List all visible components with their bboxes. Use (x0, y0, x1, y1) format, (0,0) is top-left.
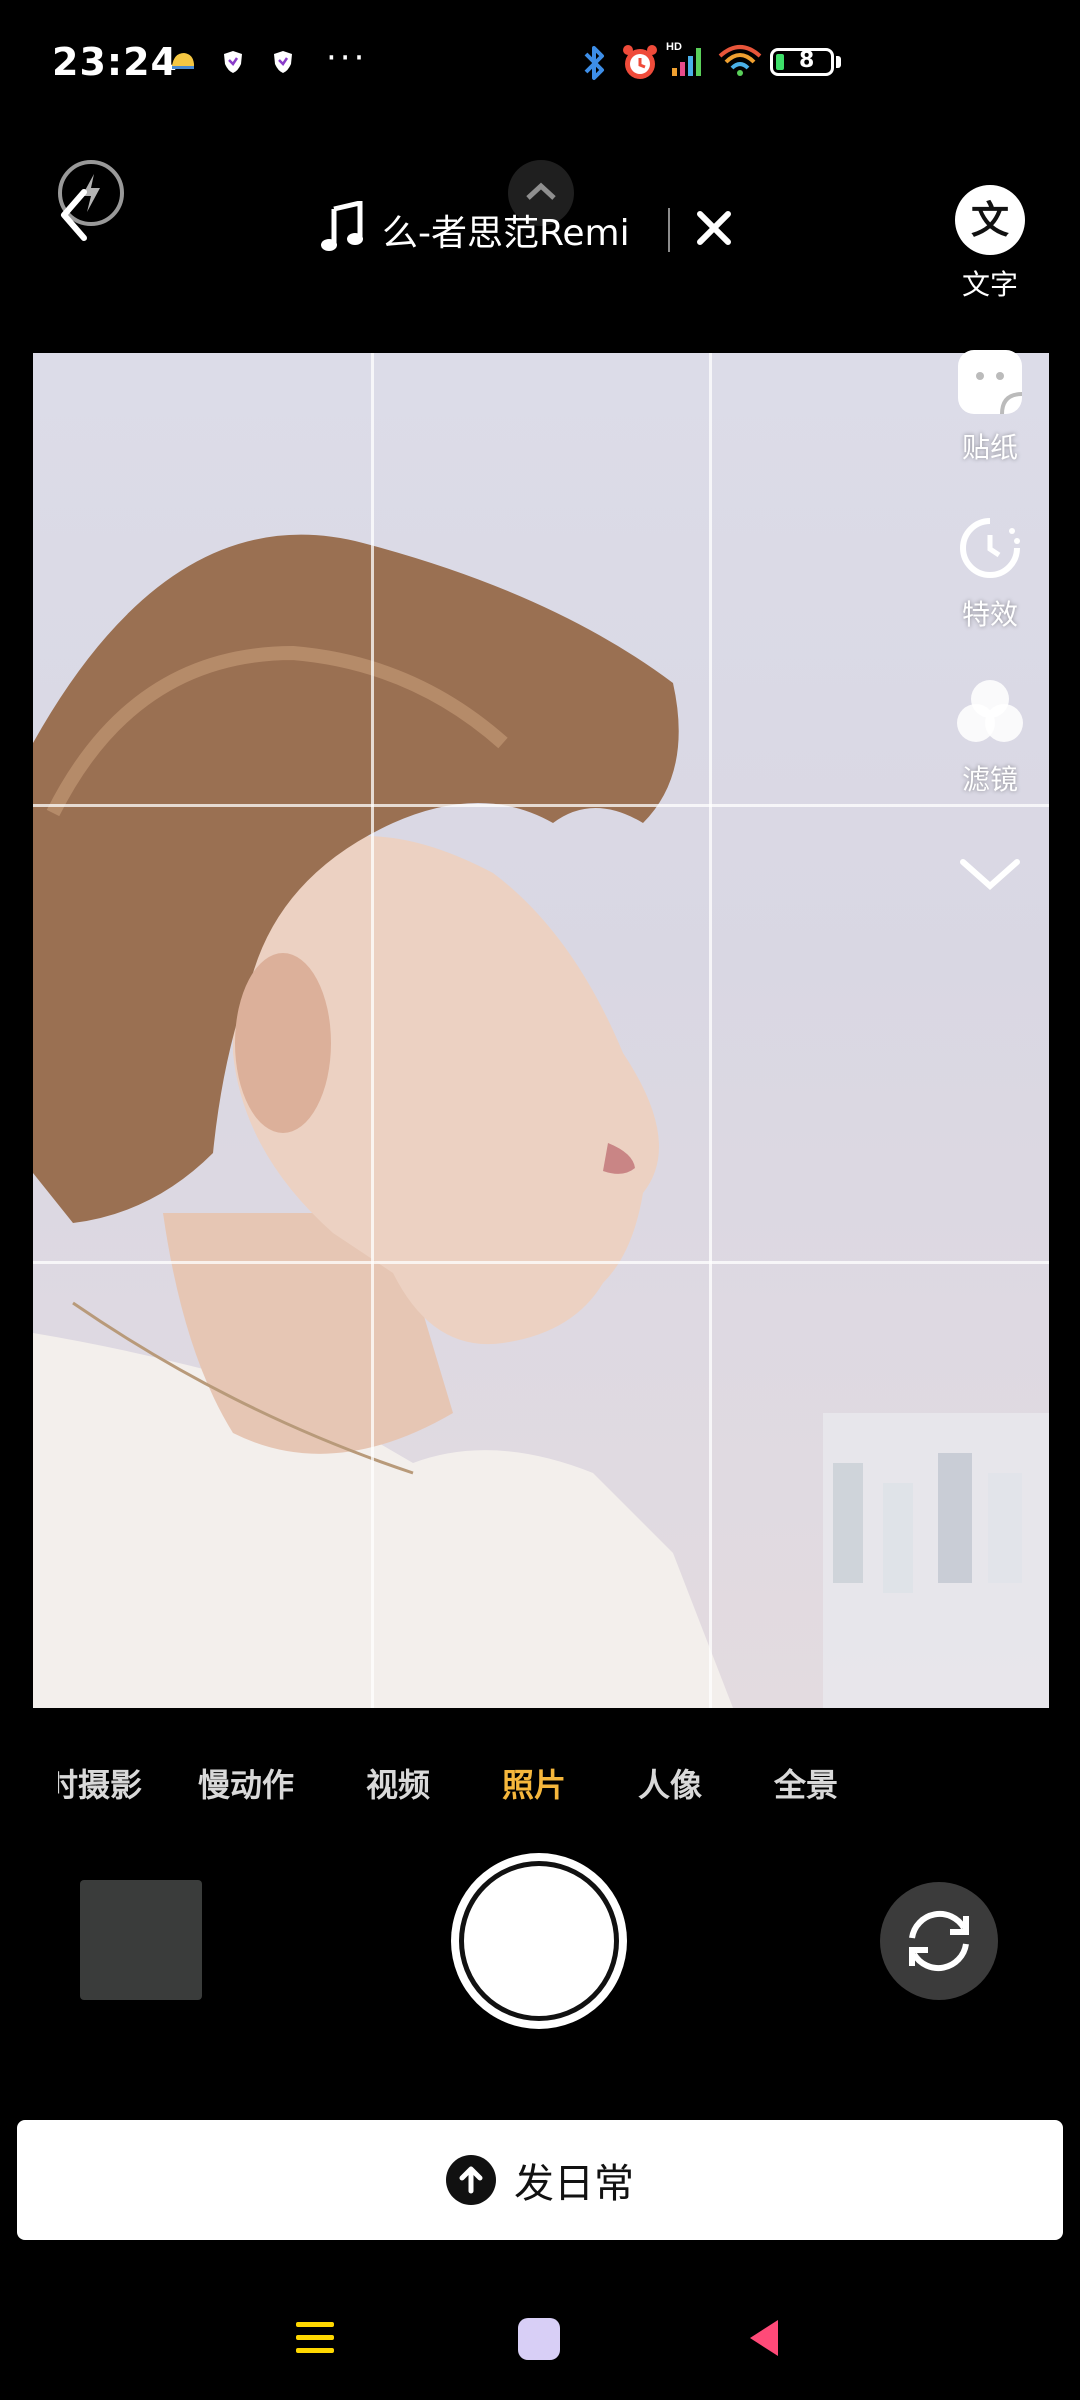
text-tool-button[interactable]: 文 文字 (930, 185, 1050, 303)
alarm-icon (620, 42, 660, 86)
post-daily-label: 发日常 (514, 2161, 634, 2207)
music-title: 么-者思范Remi (382, 213, 630, 254)
shield-icon (272, 50, 294, 80)
gallery-thumbnail[interactable] (80, 1880, 202, 2000)
battery-icon: 8 (770, 48, 834, 76)
battery-level: 8 (799, 48, 815, 73)
sticker-icon (958, 350, 1023, 415)
camera-preview-image (33, 534, 1049, 1708)
text-icon: 文 (955, 185, 1025, 255)
post-daily-button[interactable]: 发日常 (17, 2120, 1063, 2240)
more-tools-button[interactable] (930, 850, 1050, 900)
nav-back-button[interactable] (750, 2320, 778, 2356)
filter-icon (955, 680, 1025, 746)
bluetooth-icon (580, 42, 610, 88)
status-bar: 23:24 ··· HD 8 (0, 0, 1080, 110)
helmet-icon (170, 50, 196, 78)
battery-tip (836, 56, 841, 68)
music-close-button[interactable] (694, 208, 734, 252)
filter-tool-button[interactable]: 滤镜 (930, 680, 1050, 798)
flip-camera-button[interactable] (880, 1882, 998, 2000)
filter-tool-label: 滤镜 (961, 763, 1018, 796)
effects-icon (957, 515, 1023, 581)
sticker-tool-label: 贴纸 (961, 431, 1018, 464)
wifi-icon (716, 40, 764, 84)
shutter-ring (459, 1861, 619, 2021)
music-note-icon (320, 199, 366, 259)
mode-photo[interactable]: 照片 (502, 1760, 566, 1806)
effects-tool-button[interactable]: 特效 (930, 515, 1050, 633)
status-time: 23:24 (52, 40, 178, 84)
grid-line (709, 353, 712, 1708)
svg-text:HD: HD (666, 41, 682, 53)
divider (668, 208, 670, 252)
camera-screen: 23:24 ··· HD 8 么-者思范Remi 文 文字 贴纸 特效 滤镜 时… (0, 0, 1080, 2400)
mode-timelapse[interactable]: 延时摄影 (58, 1760, 142, 1806)
back-button[interactable] (50, 180, 110, 260)
music-selector[interactable]: 么-者思范Remi (320, 195, 734, 265)
effects-tool-label: 特效 (961, 598, 1018, 631)
more-notifications-icon: ··· (326, 38, 368, 78)
sticker-tool-button[interactable]: 贴纸 (930, 350, 1050, 466)
mode-panorama[interactable]: 全景 (774, 1760, 838, 1806)
nav-menu-button[interactable] (296, 2322, 334, 2356)
camera-viewfinder[interactable] (33, 353, 1049, 1708)
shield-icon (222, 50, 244, 80)
system-nav-bar (0, 2300, 1080, 2400)
text-tool-label: 文字 (961, 268, 1018, 301)
close-icon (697, 211, 731, 245)
flip-camera-icon (909, 1910, 969, 1972)
grid-line (33, 1261, 1049, 1264)
signal-hd-icon: HD (666, 40, 710, 84)
nav-home-button[interactable] (518, 2318, 560, 2360)
mode-portrait[interactable]: 人像 (638, 1760, 702, 1806)
grid-line (33, 804, 1049, 807)
back-arrow-icon (61, 189, 87, 241)
shutter-button[interactable] (451, 1853, 627, 2029)
grid-line (371, 353, 374, 1708)
mode-video[interactable]: 视频 (366, 1760, 430, 1806)
chevron-down-icon (960, 859, 1020, 891)
upload-arrow-icon (446, 2155, 496, 2205)
mode-slow-motion[interactable]: 慢动作 (198, 1760, 294, 1806)
